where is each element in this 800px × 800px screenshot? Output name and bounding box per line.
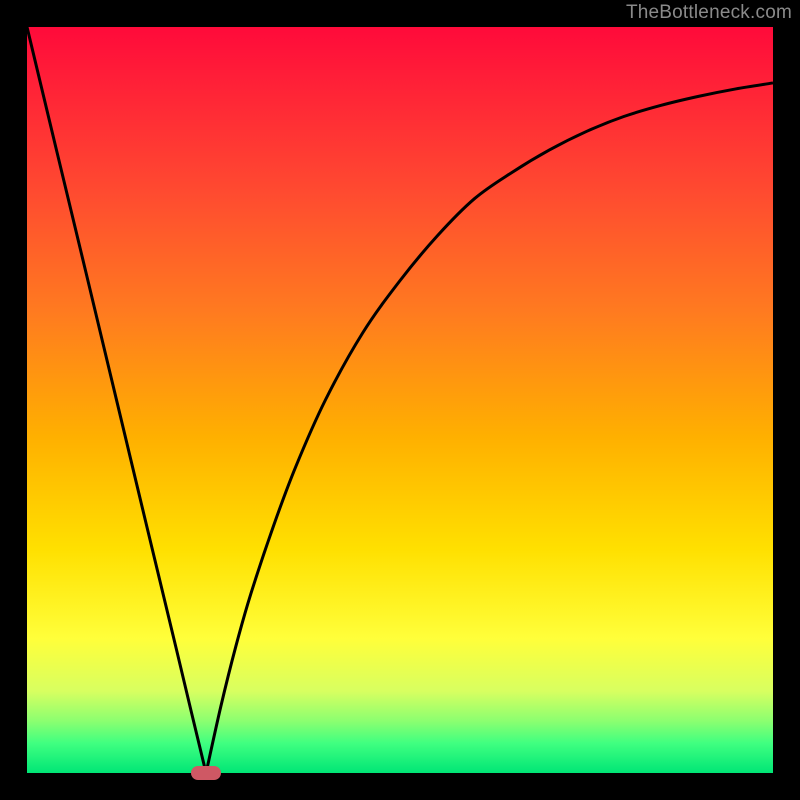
optimum-marker bbox=[191, 766, 221, 780]
bottleneck-curve bbox=[27, 27, 773, 773]
curve-right-branch bbox=[206, 83, 773, 773]
plot-area bbox=[27, 27, 773, 773]
source-watermark: TheBottleneck.com bbox=[626, 2, 792, 24]
chart-frame: TheBottleneck.com bbox=[0, 0, 800, 800]
curve-left-branch bbox=[27, 27, 206, 773]
